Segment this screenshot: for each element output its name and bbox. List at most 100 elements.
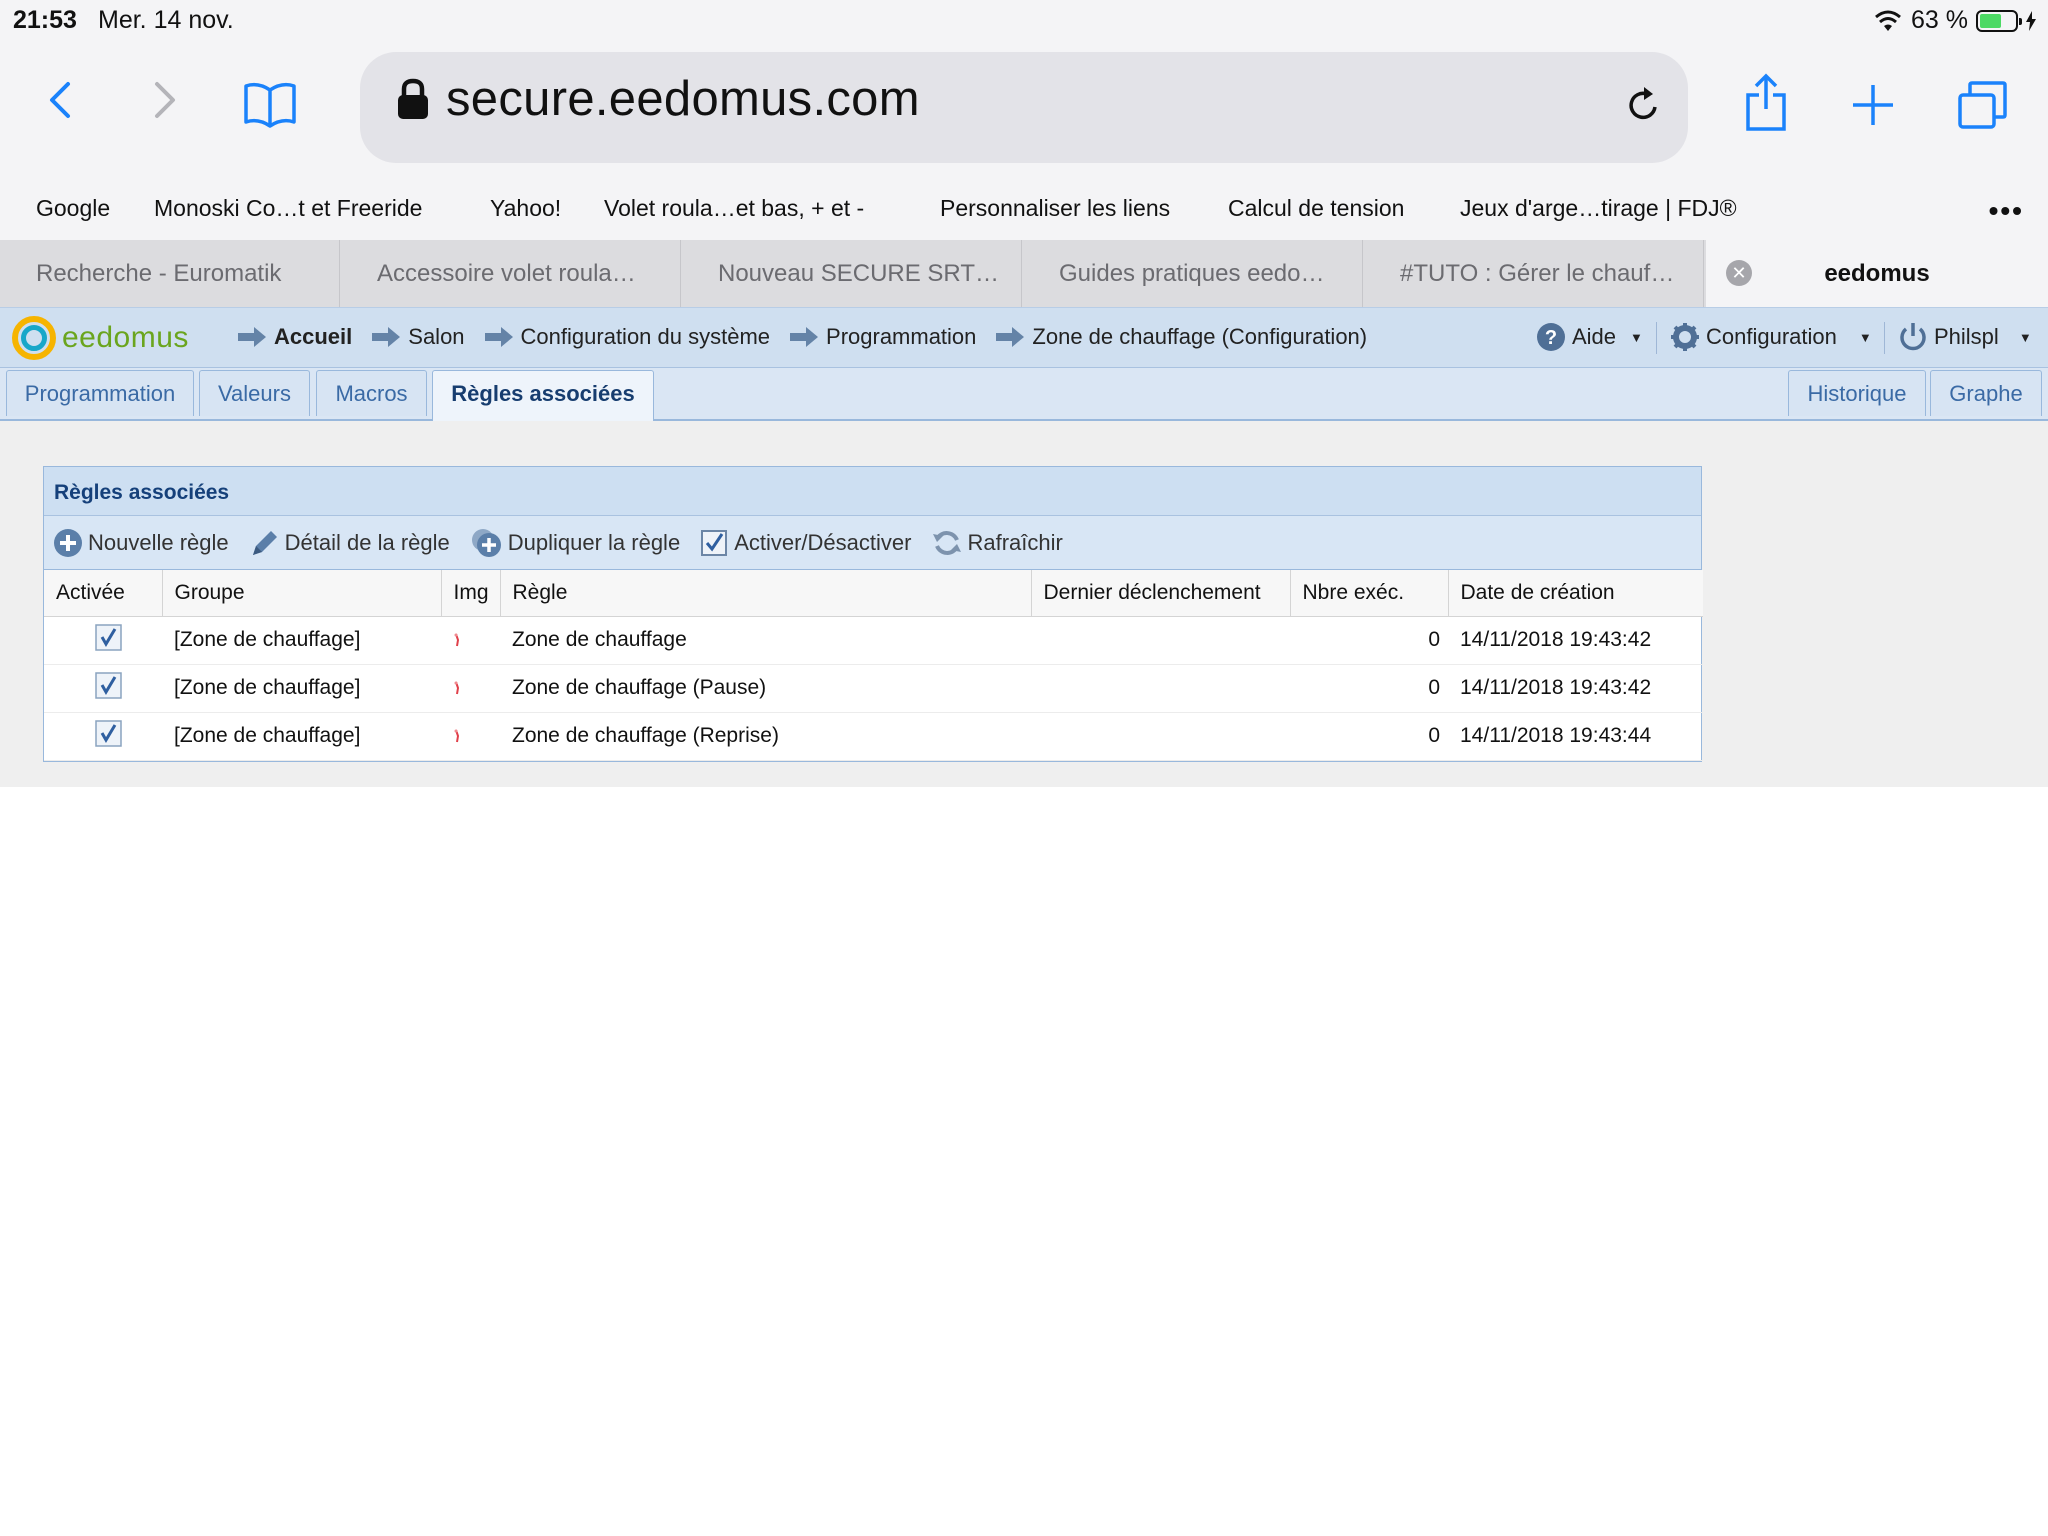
duplicate-rule-label: Dupliquer la règle [507, 529, 681, 555]
tabs-icon[interactable] [1956, 80, 2008, 130]
browser-tab[interactable]: Nouveau SECURE SRT… [682, 240, 1022, 307]
rules-table: Activée Groupe Img Règle Dernier déclenc… [44, 570, 1703, 761]
panel-title: Règles associées [44, 467, 1701, 516]
user-label: Philspl [1934, 324, 1999, 349]
arrow-right-icon [996, 327, 1025, 347]
forward-icon[interactable] [145, 80, 185, 120]
checkbox-checked-icon[interactable] [95, 671, 123, 699]
group-cell: [Zone de chauffage] [162, 616, 441, 665]
duplicate-rule-button[interactable]: Dupliquer la règle [470, 527, 680, 559]
toggle-rule-label: Activer/Désactiver [734, 529, 912, 555]
bookmark-yahoo[interactable]: Yahoo! [490, 195, 561, 222]
svg-text:?: ? [1545, 327, 1557, 349]
checkbox-checked-icon[interactable] [95, 719, 123, 747]
logo-ring-icon [12, 316, 56, 360]
thermometer-icon [454, 681, 460, 695]
breadcrumb-current[interactable]: Zone de chauffage (Configuration) [1032, 324, 1367, 350]
toggle-rule-button[interactable]: Activer/Désactiver [700, 528, 911, 558]
active-cell[interactable] [44, 664, 162, 713]
browser-tab[interactable]: Accessoire volet roula… [341, 240, 681, 307]
config-menu[interactable]: Configuration ▼ [1670, 322, 1872, 352]
active-cell[interactable] [44, 712, 162, 761]
created-date-cell: 14/11/2018 19:43:42 [1448, 616, 1703, 665]
breadcrumb-home[interactable]: Accueil [274, 324, 352, 350]
active-cell[interactable] [44, 616, 162, 665]
breadcrumb-item[interactable]: Zone de chauffage (Configuration) [996, 324, 1367, 350]
breadcrumb-item[interactable]: Accueil [238, 324, 352, 350]
app-header: eedomus Accueil Salon Configuration du s… [0, 307, 2048, 368]
column-header[interactable]: Groupe [162, 570, 442, 617]
new-tab-icon[interactable] [1850, 82, 1896, 128]
tab-historique[interactable]: Historique [1788, 370, 1926, 416]
rule-cell: Zone de chauffage (Pause) [500, 664, 1031, 713]
bookmark-google[interactable]: Google [36, 195, 110, 222]
back-icon[interactable] [40, 80, 80, 120]
rules-panel: Règles associées Nouvelle règle Détail d… [43, 466, 1703, 762]
bookmark-personnaliser[interactable]: Personnaliser les liens [940, 195, 1170, 222]
browser-tab[interactable]: #TUTO : Gérer le chauf… [1364, 240, 1704, 307]
refresh-label: Rafraîchir [967, 529, 1063, 555]
browser-tab-active[interactable]: eedomus [1706, 240, 2048, 307]
bookmarks-more-button[interactable]: ••• [1989, 195, 2024, 227]
battery-level [1980, 13, 2002, 28]
bookmark-volet[interactable]: Volet roula…et bas, + et - [604, 195, 864, 222]
table-row[interactable]: [Zone de chauffage] Zone de chauffage (R… [44, 712, 1703, 761]
bookmark-calcul[interactable]: Calcul de tension [1228, 195, 1404, 222]
bookmark-monoski[interactable]: Monoski Co…t et Freeride [154, 195, 422, 222]
lock-icon [398, 78, 428, 119]
share-icon[interactable] [1742, 72, 1790, 132]
rule-cell: Zone de chauffage [500, 616, 1031, 665]
browser-tab[interactable]: Recherche - Euromatik [0, 240, 340, 307]
refresh-icon [933, 530, 962, 555]
url-text[interactable]: secure.eedomus.com [446, 71, 920, 127]
breadcrumb-item[interactable]: Programmation [790, 324, 976, 350]
column-header[interactable]: Date de création [1448, 570, 1703, 617]
tab-regles-associees[interactable]: Règles associées [432, 370, 654, 421]
column-header[interactable]: Règle [500, 570, 1032, 617]
created-date-cell: 14/11/2018 19:43:44 [1448, 712, 1703, 761]
tab-macros[interactable]: Macros [316, 370, 427, 416]
browser-tab[interactable]: Guides pratiques eedo… [1023, 240, 1363, 307]
table-row[interactable]: [Zone de chauffage] Zone de chauffage (P… [44, 664, 1703, 713]
bookmarks-bar: Google Monoski Co…t et Freeride Yahoo! V… [0, 174, 2048, 240]
breadcrumb-item[interactable]: Configuration du système [484, 324, 770, 350]
refresh-button[interactable]: Rafraîchir [931, 527, 1063, 559]
user-menu[interactable]: Philspl ▼ [1898, 322, 2032, 352]
panel-toolbar: Nouvelle règle Détail de la règle Dupliq… [44, 516, 1701, 570]
status-bar: 21:53 Mer. 14 nov. 63 % [0, 0, 2048, 44]
chevron-down-icon: ▼ [2018, 329, 2032, 345]
tab-graphe[interactable]: Graphe [1930, 370, 2042, 416]
tab-programmation[interactable]: Programmation [6, 370, 194, 416]
bookmarks-icon[interactable] [242, 82, 298, 128]
help-menu[interactable]: ? Aide ▼ [1536, 322, 1643, 352]
add-circle-icon [54, 528, 82, 557]
bookmark-fdj[interactable]: Jeux d'arge…tirage | FDJ® [1460, 195, 1737, 222]
column-header[interactable]: Img [441, 570, 501, 617]
column-header[interactable]: Dernier déclenchement [1031, 570, 1291, 617]
table-row[interactable]: [Zone de chauffage] Zone de chauffage 0 … [44, 616, 1703, 665]
breadcrumb-label[interactable]: Configuration du système [521, 324, 770, 350]
pencil-icon [252, 530, 277, 555]
column-header[interactable]: Nbre exéc. [1290, 570, 1449, 617]
checkbox-icon [701, 529, 728, 556]
img-cell [441, 616, 500, 665]
breadcrumb-label[interactable]: Programmation [826, 324, 976, 350]
new-rule-label: Nouvelle règle [88, 529, 229, 555]
arrow-right-icon [790, 327, 819, 347]
column-header[interactable]: Activée [44, 570, 163, 617]
content-area: Règles associées Nouvelle règle Détail d… [0, 421, 2048, 787]
tab-valeurs[interactable]: Valeurs [199, 370, 310, 416]
img-cell [441, 664, 500, 713]
close-tab-icon[interactable]: ✕ [1726, 260, 1752, 286]
group-cell: [Zone de chauffage] [162, 712, 441, 761]
arrow-right-icon [484, 327, 513, 347]
eedomus-logo[interactable]: eedomus [12, 316, 189, 360]
new-rule-button[interactable]: Nouvelle règle [52, 527, 229, 559]
created-date-cell: 14/11/2018 19:43:42 [1448, 664, 1703, 713]
rule-detail-button[interactable]: Détail de la règle [249, 527, 450, 559]
checkbox-checked-icon[interactable] [95, 623, 123, 651]
arrow-right-icon [238, 327, 266, 347]
reload-icon[interactable] [1626, 84, 1662, 124]
breadcrumb-item[interactable]: Salon [372, 324, 465, 350]
breadcrumb-label[interactable]: Salon [408, 324, 464, 350]
